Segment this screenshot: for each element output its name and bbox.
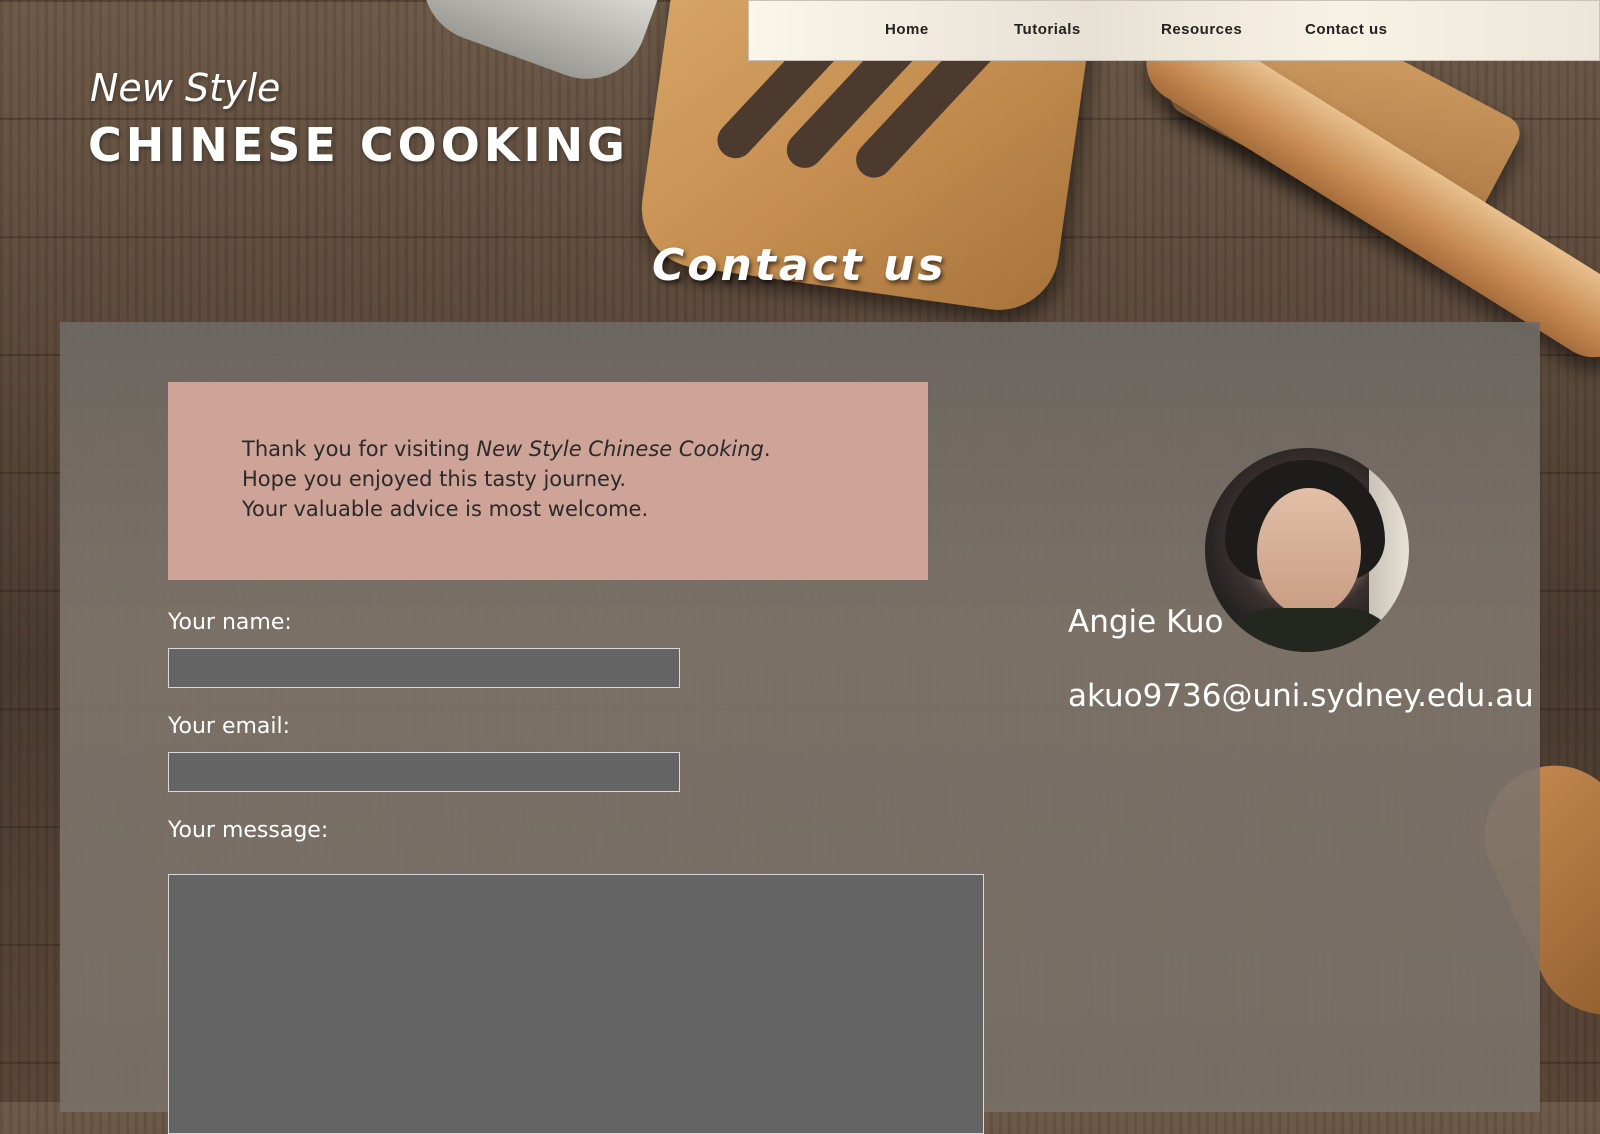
brand-title: CHINESE COOKING (88, 118, 629, 172)
thank-you-message-box: Thank you for visiting New Style Chinese… (168, 382, 928, 580)
thank-you-line-2: Hope you enjoyed this tasty journey. (242, 467, 627, 491)
email-field[interactable] (168, 752, 680, 792)
top-navigation: Home Tutorials Resources Contact us (748, 0, 1600, 61)
name-label: Your name: (168, 610, 292, 635)
thank-you-period: . (763, 437, 771, 461)
page-title: Contact us (652, 240, 947, 291)
message-field[interactable] (168, 874, 984, 1134)
nav-contact-link[interactable]: Contact us (1305, 21, 1388, 38)
contact-email: akuo9736@uni.sydney.edu.au (1068, 678, 1534, 714)
metal-utensil-decoration (406, 0, 664, 96)
contact-name: Angie Kuo (1068, 604, 1224, 640)
contact-panel: Thank you for visiting New Style Chinese… (60, 322, 1540, 1134)
thank-you-line-1: Thank you for visiting New Style Chinese… (242, 434, 928, 464)
name-field[interactable] (168, 648, 680, 688)
email-label: Your email: (168, 714, 291, 739)
nav-home-link[interactable]: Home (885, 21, 929, 38)
thank-you-text: Thank you for visiting (242, 437, 477, 461)
site-name-emphasis: New Style Chinese Cooking (476, 437, 764, 461)
message-label: Your message: (168, 818, 329, 843)
nav-resources-link[interactable]: Resources (1161, 21, 1242, 38)
thank-you-line-3: Your valuable advice is most welcome. (242, 497, 649, 521)
nav-tutorials-link[interactable]: Tutorials (1014, 21, 1081, 38)
brand-subtitle: New Style (90, 66, 281, 110)
avatar (1205, 448, 1409, 652)
